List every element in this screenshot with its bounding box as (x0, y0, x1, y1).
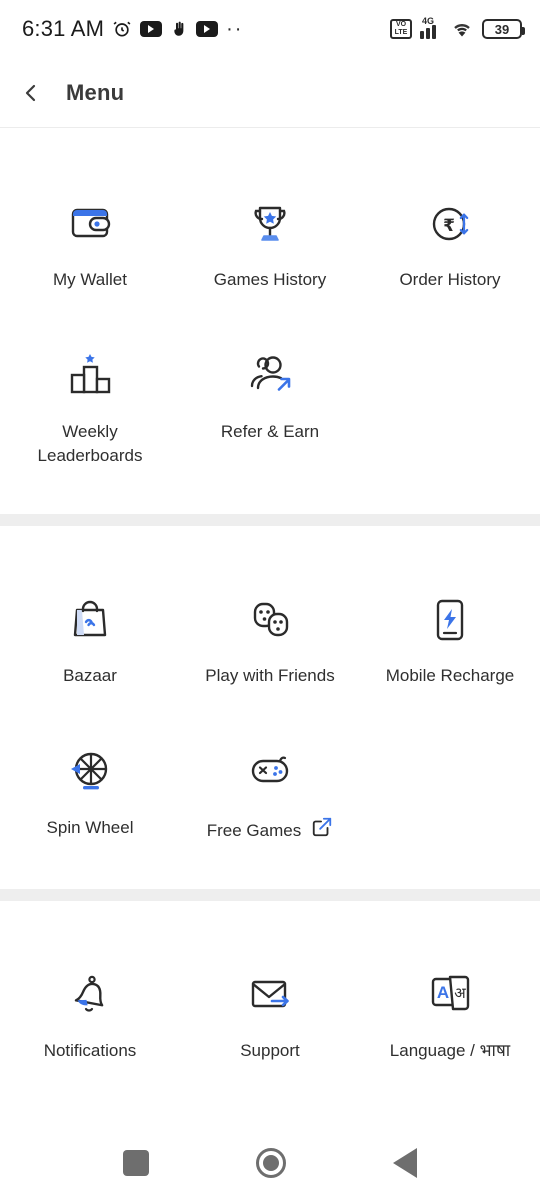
refer-people-icon (238, 344, 302, 408)
section-settings: Notifications Support A अ Language / भाष… (0, 901, 540, 1083)
menu-item-label: Mobile Recharge (385, 666, 515, 685)
spin-wheel-icon (58, 740, 122, 804)
svg-text:₹: ₹ (443, 216, 455, 236)
volte-icon: VO LTE (390, 19, 412, 39)
menu-item-spin-wheel[interactable]: Spin Wheel (0, 734, 180, 845)
external-link-icon (311, 816, 333, 845)
menu-item-label: Language / भाषा (389, 1041, 511, 1060)
menu-item-order-history[interactable]: ₹ Order History (360, 186, 540, 292)
back-button[interactable] (18, 80, 44, 106)
menu-item-label: Free Games (206, 820, 302, 840)
overflow-dots-icon: ·· (226, 18, 244, 40)
grid-play-row2: Spin Wheel Free Games (0, 734, 540, 845)
recents-button[interactable] (123, 1150, 150, 1176)
menu-item-label: Refer & Earn (220, 422, 320, 441)
menu-item-mobile-recharge[interactable]: Mobile Recharge (360, 582, 540, 688)
grid-account-row1: My Wallet Games History ₹ Order History (0, 186, 540, 292)
status-time: 6:31 AM (22, 16, 105, 41)
menu-item-label: Spin Wheel (46, 818, 134, 837)
grid-spacer (360, 734, 540, 845)
wallet-icon (58, 192, 122, 256)
shopping-bag-icon (58, 588, 122, 652)
signal-icon: 4G (420, 16, 442, 39)
podium-icon (58, 344, 122, 408)
menu-item-label: Notifications (43, 1041, 137, 1060)
section-divider (0, 889, 540, 901)
trophy-icon (238, 192, 302, 256)
gesture-icon (170, 20, 188, 38)
menu-content: My Wallet Games History ₹ Order History … (0, 128, 540, 1126)
menu-item-label: Support (240, 1041, 300, 1060)
section-account: My Wallet Games History ₹ Order History … (0, 128, 540, 514)
phone-bolt-icon (418, 588, 482, 652)
menu-item-free-games[interactable]: Free Games (180, 734, 360, 845)
section-divider (0, 514, 540, 526)
rupee-exchange-icon: ₹ (418, 192, 482, 256)
section-play: Bazaar Play with Friends Mobile Recharge… (0, 526, 540, 889)
gamepad-icon (238, 740, 302, 804)
menu-item-refer-and-earn[interactable]: Refer & Earn (180, 338, 360, 468)
menu-item-label: Play with Friends (205, 666, 335, 685)
grid-play-row1: Bazaar Play with Friends Mobile Recharge (0, 582, 540, 688)
svg-text:अ: अ (454, 984, 466, 1002)
youtube-icon (140, 21, 163, 37)
menu-item-label: My Wallet (53, 270, 127, 289)
battery-icon: 39 (482, 19, 525, 39)
menu-item-my-wallet[interactable]: My Wallet (0, 186, 180, 292)
menu-item-weekly-leaderboards[interactable]: Weekly Leaderboards (0, 338, 180, 468)
android-nav-bar (0, 1126, 540, 1200)
menu-item-label: Games History (213, 270, 327, 289)
envelope-arrow-icon (238, 963, 302, 1027)
status-bar: 6:31 AM ·· VO LTE 4G 39 (0, 0, 540, 58)
menu-item-support[interactable]: Support (180, 957, 360, 1063)
status-bar-right: VO LTE 4G 39 (390, 16, 525, 39)
menu-item-language[interactable]: A अ Language / भाषा (360, 957, 540, 1063)
menu-item-games-history[interactable]: Games History (180, 186, 360, 292)
grid-spacer (360, 338, 540, 468)
back-nav-button[interactable] (392, 1148, 417, 1178)
dice-faces-icon (238, 588, 302, 652)
menu-item-play-with-friends[interactable]: Play with Friends (180, 582, 360, 688)
youtube-icon (196, 21, 219, 37)
menu-item-bazaar[interactable]: Bazaar (0, 582, 180, 688)
app-screen: 6:31 AM ·· VO LTE 4G 39 Menu My Wallet G… (0, 0, 540, 1200)
menu-item-label: Weekly Leaderboards (37, 422, 143, 465)
grid-account-row2: Weekly Leaderboards Refer & Earn (0, 338, 540, 468)
menu-item-label-row: Free Games (207, 816, 333, 845)
alarm-icon (112, 19, 132, 39)
grid-settings-row1: Notifications Support A अ Language / भाष… (0, 957, 540, 1063)
bell-icon (58, 963, 122, 1027)
menu-item-label: Bazaar (63, 666, 117, 685)
svg-text:A: A (437, 983, 449, 1002)
app-bar: Menu (0, 58, 540, 128)
page-title: Menu (66, 79, 125, 105)
home-button[interactable] (255, 1148, 286, 1178)
menu-item-label: Order History (399, 270, 501, 289)
status-bar-left: 6:31 AM ·· (22, 16, 243, 42)
language-cards-icon: A अ (418, 963, 482, 1027)
wifi-icon (450, 19, 474, 39)
menu-item-notifications[interactable]: Notifications (0, 957, 180, 1063)
